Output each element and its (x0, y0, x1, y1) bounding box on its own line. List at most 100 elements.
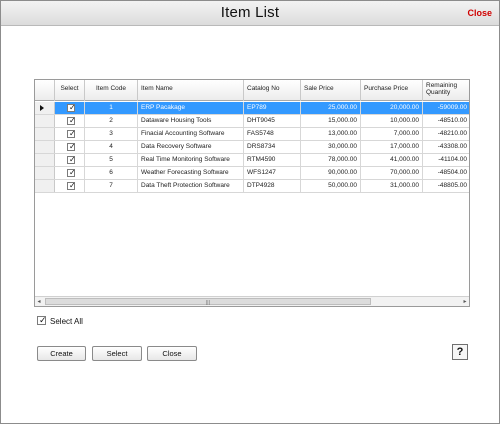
cell-name: Real Time Monitoring Software (138, 154, 244, 166)
cell-name: Finacial Accounting Software (138, 128, 244, 140)
select-button[interactable]: Select (92, 346, 142, 361)
items-grid[interactable]: Select Item Code Item Name Catalog No Sa… (34, 79, 470, 307)
cell-name: ERP Pacakage (138, 102, 244, 114)
cell-purchase: 20,000.00 (361, 102, 423, 114)
check-icon: ✓ (69, 116, 76, 125)
cell-code: 2 (85, 115, 138, 127)
row-select-checkbox[interactable]: ✓ (67, 103, 76, 112)
current-row-indicator-icon (40, 105, 44, 111)
cell-purchase: 17,000.00 (361, 141, 423, 153)
cell-purchase: 70,000.00 (361, 167, 423, 179)
row-select-checkbox[interactable]: ✓ (67, 155, 76, 164)
select-cell: ✓ (55, 154, 85, 166)
horizontal-scrollbar[interactable]: ◂ ||| ▸ (35, 296, 469, 306)
check-icon: ✓ (69, 168, 76, 177)
column-header-item-code[interactable]: Item Code (85, 80, 138, 101)
table-row[interactable]: ✓ 6 Weather Forecasting Software WFS1247 90,… (35, 167, 469, 180)
cell-remaining: -48504.00 (423, 167, 469, 179)
cell-catalog: WFS1247 (244, 167, 301, 179)
check-icon: ✓ (69, 129, 76, 138)
cell-code: 4 (85, 141, 138, 153)
table-row[interactable]: ✓ 7 Data Theft Protection Software DTP4928 5… (35, 180, 469, 193)
close-link[interactable]: Close (467, 8, 492, 18)
scroll-left-arrow-icon[interactable]: ◂ (35, 298, 43, 306)
create-button[interactable]: Create (37, 346, 86, 361)
cell-purchase: 10,000.00 (361, 115, 423, 127)
cell-code: 1 (85, 102, 138, 114)
cell-code: 7 (85, 180, 138, 192)
check-icon: ✓ (69, 181, 76, 190)
select-cell: ✓ (55, 115, 85, 127)
cell-code: 5 (85, 154, 138, 166)
row-header[interactable] (35, 180, 55, 192)
title-bar: Item List Close (1, 1, 499, 26)
help-icon[interactable]: ? (452, 344, 468, 360)
table-row[interactable]: ✓ 4 Data Recovery Software DRS8734 30,000.00… (35, 141, 469, 154)
cell-catalog: RTM4590 (244, 154, 301, 166)
select-cell: ✓ (55, 141, 85, 153)
check-icon: ✓ (69, 103, 76, 112)
column-header-purchase-price[interactable]: Purchase Price (361, 80, 423, 101)
cell-name: Data Theft Protection Software (138, 180, 244, 192)
table-row[interactable]: ✓ 2 Dataware Housing Tools DHT9045 15,000.00… (35, 115, 469, 128)
cell-name: Data Recovery Software (138, 141, 244, 153)
select-cell: ✓ (55, 128, 85, 140)
cell-sale: 78,000.00 (301, 154, 361, 166)
row-select-checkbox[interactable]: ✓ (67, 142, 76, 151)
cell-sale: 30,000.00 (301, 141, 361, 153)
grid-header: Select Item Code Item Name Catalog No Sa… (35, 80, 469, 101)
cell-purchase: 41,000.00 (361, 154, 423, 166)
cell-name: Dataware Housing Tools (138, 115, 244, 127)
row-select-checkbox[interactable]: ✓ (67, 129, 76, 138)
column-header-sale-price[interactable]: Sale Price (301, 80, 361, 101)
table-row[interactable]: ✓ 5 Real Time Monitoring Software RTM4590 78… (35, 154, 469, 167)
table-row[interactable]: ✓ 1 ERP Pacakage EP789 25,000.00 20,000.00 -59… (35, 102, 469, 115)
item-list-window: Item List Close Select Item Code Item Na… (0, 0, 500, 424)
row-header[interactable] (35, 154, 55, 166)
select-cell: ✓ (55, 102, 85, 114)
row-header[interactable] (35, 102, 55, 114)
cell-code: 3 (85, 128, 138, 140)
row-header[interactable] (35, 115, 55, 127)
select-all-label: Select All (50, 317, 83, 326)
cell-sale: 15,000.00 (301, 115, 361, 127)
cell-remaining: -41104.00 (423, 154, 469, 166)
cell-purchase: 31,000.00 (361, 180, 423, 192)
cell-code: 6 (85, 167, 138, 179)
cell-catalog: EP789 (244, 102, 301, 114)
cell-remaining: -48805.00 (423, 180, 469, 192)
row-select-checkbox[interactable]: ✓ (67, 181, 76, 190)
row-header[interactable] (35, 167, 55, 179)
row-header[interactable] (35, 141, 55, 153)
column-header-item-name[interactable]: Item Name (138, 80, 244, 101)
column-header-remaining-quantity[interactable]: Remaining Quantity (423, 80, 469, 101)
cell-name: Weather Forecasting Software (138, 167, 244, 179)
row-header[interactable] (35, 128, 55, 140)
cell-remaining: -43308.00 (423, 141, 469, 153)
scroll-grip-icon: ||| (206, 300, 210, 306)
close-button[interactable]: Close (147, 346, 197, 361)
scroll-right-arrow-icon[interactable]: ▸ (461, 298, 469, 306)
table-row[interactable]: ✓ 3 Finacial Accounting Software FAS5748 13,… (35, 128, 469, 141)
row-select-checkbox[interactable]: ✓ (67, 168, 76, 177)
row-select-checkbox[interactable]: ✓ (67, 116, 76, 125)
select-all-box[interactable]: ✓ (37, 315, 47, 325)
column-header-select[interactable]: Select (55, 80, 85, 101)
cell-purchase: 7,000.00 (361, 128, 423, 140)
cell-remaining: -48510.00 (423, 115, 469, 127)
cell-sale: 13,000.00 (301, 128, 361, 140)
check-icon: ✓ (69, 155, 76, 164)
cell-catalog: FAS5748 (244, 128, 301, 140)
select-cell: ✓ (55, 167, 85, 179)
cell-catalog: DRS8734 (244, 141, 301, 153)
scroll-thumb[interactable]: ||| (45, 298, 371, 306)
window-title: Item List (220, 4, 280, 21)
select-all-check-icon: ✓ (39, 315, 47, 325)
cell-sale: 90,000.00 (301, 167, 361, 179)
cell-catalog: DHT9045 (244, 115, 301, 127)
row-header-corner (35, 80, 55, 101)
select-cell: ✓ (55, 180, 85, 192)
column-header-catalog-no[interactable]: Catalog No (244, 80, 301, 101)
cell-sale: 50,000.00 (301, 180, 361, 192)
cell-catalog: DTP4928 (244, 180, 301, 192)
